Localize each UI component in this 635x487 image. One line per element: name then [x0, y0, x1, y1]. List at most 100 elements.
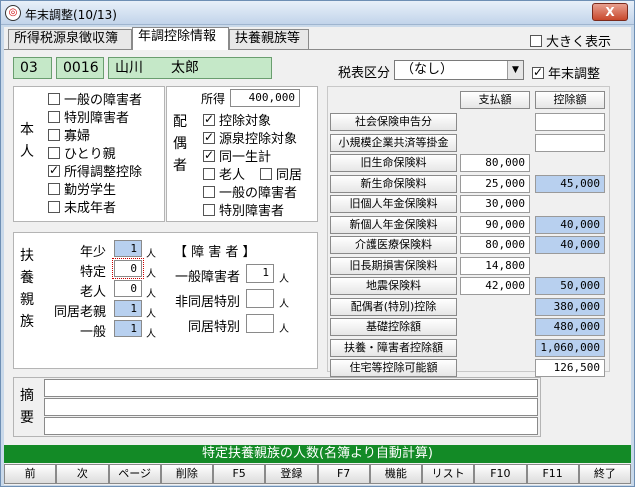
deduction-row-label[interactable]: 旧長期損害保険料 [330, 257, 457, 275]
chevron-down-icon[interactable]: ▼ [507, 61, 523, 79]
client-area: 所得税源泉徴収簿 年調控除情報 扶養親族等 大きく表示 03 0016 山川 太… [4, 27, 631, 485]
spouse-elderly-checkbox[interactable]: 老人 [203, 164, 245, 183]
disability-noncohabit-input[interactable] [246, 289, 274, 308]
tab-withholding-book[interactable]: 所得税源泉徴収簿 [8, 29, 132, 49]
deduction-paid-value[interactable]: 80,000 [460, 154, 530, 172]
window-title: 年末調整(10/13) [25, 8, 117, 22]
deduction-paid-value[interactable]: 25,000 [460, 175, 530, 193]
deduction-paid-value[interactable]: 30,000 [460, 195, 530, 213]
checkbox-box [48, 146, 60, 159]
deduction-row-label[interactable]: 配偶者(特別)控除 [330, 298, 457, 316]
fkey-f5-button[interactable]: F5 [213, 464, 266, 484]
memo-line-2[interactable] [44, 398, 538, 416]
self-minor-checkbox[interactable]: 未成年者 [48, 197, 116, 216]
deduction-row-label[interactable]: 基礎控除額 [330, 318, 457, 336]
year-end-label: 年末調整 [548, 67, 601, 82]
self-disabled-checkbox[interactable]: 一般の障害者 [48, 89, 142, 108]
memo-line-3[interactable] [44, 417, 538, 435]
fkey-exit-button[interactable]: 終了 [578, 464, 631, 484]
dep-elderly-input[interactable]: 0 [114, 280, 142, 297]
deduction-row-label[interactable]: 旧個人年金保険料 [330, 195, 457, 213]
deduction-row-label[interactable]: 地震保険料 [330, 277, 457, 295]
spouse-disabled-checkbox[interactable]: 一般の障害者 [203, 182, 297, 201]
deduction-row-label[interactable]: 新生命保険料 [330, 175, 457, 193]
disability-general-input[interactable]: 1 [246, 264, 274, 283]
tax-class-select[interactable]: （なし） ▼ [394, 60, 524, 80]
spouse-withholding-target-checkbox[interactable]: 源泉控除対象 [203, 128, 297, 147]
self-special-disabled-checkbox[interactable]: 特別障害者 [48, 107, 129, 126]
self-income-adjust-checkbox[interactable]: 所得調整控除 [48, 161, 142, 180]
checkbox-box [48, 92, 60, 105]
deduction-row-label[interactable]: 住宅等控除可能額 [330, 359, 457, 377]
app-window: ◎ 年末調整(10/13) X 所得税源泉徴収簿 年調控除情報 扶養親族等 大き… [0, 0, 635, 487]
deduction-paid-value[interactable]: 14,800 [460, 257, 530, 275]
disability-general-label: 一般障害者 [174, 270, 240, 285]
checkbox-box [203, 130, 215, 144]
dep-general-input[interactable]: 1 [114, 320, 142, 337]
fkey-delete-button[interactable]: 削除 [160, 464, 213, 484]
spouse-cohabit-checkbox[interactable]: 同居 [260, 164, 302, 183]
status-bar: 特定扶養親族の人数(名簿より自動計算) [4, 445, 631, 463]
dep-young-input[interactable]: 1 [114, 240, 142, 257]
deduction-row-label[interactable]: 小規模企業共済等掛金 [330, 134, 457, 152]
checkbox-box [530, 34, 542, 47]
fkey-f7-button[interactable]: F7 [317, 464, 370, 484]
fkey-page-button[interactable]: ページ [108, 464, 161, 484]
dep-cohabit-parent-input[interactable]: 1 [114, 300, 142, 317]
fkey-f10-button[interactable]: F10 [474, 464, 527, 484]
self-student-checkbox[interactable]: 勤労学生 [48, 179, 116, 198]
self-widow-checkbox[interactable]: 寡婦 [48, 125, 90, 144]
tab-dependents[interactable]: 扶養親族等 [229, 29, 309, 49]
fkey-list-button[interactable]: リスト [422, 464, 475, 484]
checkbox-box [48, 182, 60, 195]
spouse-income-input[interactable]: 400,000 [230, 89, 300, 107]
disability-cohabit-input[interactable] [246, 314, 274, 333]
spouse-same-household-checkbox[interactable]: 同一生計 [203, 146, 271, 165]
spouse-deduction-target-checkbox[interactable]: 控除対象 [203, 110, 271, 129]
checkbox-box [48, 128, 60, 141]
spouse-special-disabled-checkbox[interactable]: 特別障害者 [203, 200, 284, 219]
dept-code-field[interactable]: 03 [13, 57, 52, 79]
dep-specific-input[interactable]: 0 [112, 258, 144, 279]
deduction-row-label[interactable]: 新個人年金保険料 [330, 216, 457, 234]
spouse-deduction-target-label: 控除対象 [219, 114, 272, 129]
spouse-special-disabled-label: 特別障害者 [219, 204, 285, 219]
checkbox-box [48, 110, 60, 123]
fkey-function-button[interactable]: 機能 [369, 464, 422, 484]
dep-elderly-unit: 人 [146, 289, 156, 300]
deduction-row-label[interactable]: 扶養・障害者控除額 [330, 339, 457, 357]
deduction-paid-value[interactable]: 42,000 [460, 277, 530, 295]
self-income-adjust-label: 所得調整控除 [64, 165, 143, 180]
fkey-register-button[interactable]: 登録 [265, 464, 318, 484]
close-button[interactable]: X [592, 3, 628, 21]
dep-young-unit: 人 [146, 249, 156, 260]
checkbox-box [203, 185, 215, 198]
year-end-checkbox[interactable]: 年末調整 [532, 63, 600, 82]
disability-cohabit-label: 同居特別 [187, 320, 240, 335]
deduction-amount-value[interactable] [535, 134, 605, 152]
fkey-f11-button[interactable]: F11 [526, 464, 579, 484]
title-bar: ◎ 年末調整(10/13) X [1, 1, 634, 25]
self-single-parent-checkbox[interactable]: ひとり親 [48, 143, 116, 162]
tax-class-value: （なし） [401, 62, 454, 77]
header-deduction: 控除額 [535, 91, 605, 109]
deduction-amount-value: 50,000 [535, 277, 605, 295]
spouse-cohabit-label: 同居 [276, 168, 303, 183]
deduction-paid-value[interactable]: 80,000 [460, 236, 530, 254]
deduction-row-label[interactable]: 社会保険申告分 [330, 113, 457, 131]
memo-line-1[interactable] [44, 379, 538, 397]
deduction-row-label[interactable]: 介護医療保険料 [330, 236, 457, 254]
tab-deduction-info[interactable]: 年調控除情報 [132, 27, 229, 50]
deduction-row-label[interactable]: 旧生命保険料 [330, 154, 457, 172]
large-display-checkbox[interactable]: 大きく表示 [530, 31, 611, 50]
disability-title: 【 障 害 者 】 [174, 245, 256, 260]
deduction-amount-value[interactable] [535, 113, 605, 131]
app-icon: ◎ [5, 5, 21, 21]
employee-code-field[interactable]: 0016 [56, 57, 104, 79]
fkey-next-button[interactable]: 次 [56, 464, 109, 484]
spouse-label: 配偶者 [173, 114, 187, 174]
deduction-paid-value[interactable]: 90,000 [460, 216, 530, 234]
employee-name-field: 山川 太郎 [108, 57, 272, 79]
fkey-prev-button[interactable]: 前 [4, 464, 57, 484]
disability-noncohabit-label: 非同居特別 [174, 295, 240, 310]
